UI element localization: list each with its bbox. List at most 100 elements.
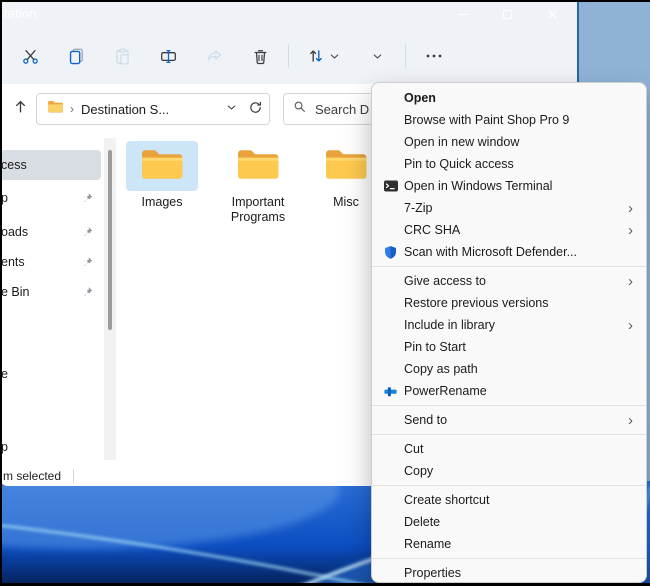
- powerrename-icon: [381, 383, 400, 399]
- sidebar-scrollbar[interactable]: [104, 138, 116, 460]
- maximize-button[interactable]: [485, 0, 530, 28]
- view-button[interactable]: [357, 38, 397, 74]
- address-bar[interactable]: › Destination S...: [36, 93, 270, 125]
- up-button[interactable]: [8, 96, 32, 120]
- selection-status: m selected: [3, 469, 61, 483]
- context-menu-item[interactable]: Browse with Paint Shop Pro 9 ›: [372, 109, 646, 131]
- titlebar: station ✕: [0, 0, 577, 28]
- more-options-button[interactable]: [414, 38, 454, 74]
- sidebar-item-label: e Bin: [1, 285, 30, 299]
- menu-separator: [372, 485, 646, 486]
- context-menu-item[interactable]: Open ›: [372, 87, 646, 109]
- context-menu-item[interactable]: Cut ›: [372, 438, 646, 460]
- address-dropdown-button[interactable]: [225, 101, 238, 117]
- screenshot-root: station ✕: [0, 0, 650, 586]
- terminal-icon: [381, 178, 400, 194]
- sidebar-item-label: ents: [1, 255, 25, 269]
- context-menu-item[interactable]: Scan with Microsoft Defender... ›: [372, 241, 646, 263]
- menu-item-label: Cut: [404, 442, 423, 456]
- menu-separator: [372, 266, 646, 267]
- sidebar-item[interactable]: ents: [0, 247, 101, 277]
- frame-border: [0, 0, 2, 586]
- context-menu-item[interactable]: Include in library ›: [372, 314, 646, 336]
- trash-icon: [252, 48, 269, 65]
- toolbar-button: [194, 38, 234, 74]
- sidebar-item[interactable]: p: [0, 183, 101, 213]
- scrollbar-thumb[interactable]: [108, 150, 112, 330]
- context-menu-item[interactable]: Create shortcut ›: [372, 489, 646, 511]
- context-menu-item[interactable]: Send to ›: [372, 409, 646, 431]
- menu-item-label: Open in Windows Terminal: [404, 179, 552, 193]
- toolbar-separator: [405, 44, 406, 68]
- sidebar-item-label: cess: [1, 158, 27, 172]
- sidebar-item-label: oads: [1, 225, 28, 239]
- toolbar-button[interactable]: [240, 38, 280, 74]
- close-icon: ✕: [547, 8, 558, 21]
- toolbar-button[interactable]: [10, 38, 50, 74]
- context-menu-item[interactable]: Restore previous versions ›: [372, 292, 646, 314]
- window-title: station: [0, 6, 37, 21]
- context-menu-item[interactable]: Give access to ›: [372, 270, 646, 292]
- up-arrow-icon: [12, 98, 29, 118]
- refresh-button[interactable]: [248, 100, 263, 118]
- folder-icon: [235, 146, 281, 187]
- toolbar-button[interactable]: [56, 38, 96, 74]
- pin-icon: [81, 226, 94, 239]
- folder-item[interactable]: Images: [126, 141, 198, 210]
- sidebar-item[interactable]: p: [0, 432, 101, 462]
- sidebar-item[interactable]: cess: [0, 150, 101, 180]
- context-menu-item[interactable]: Copy ›: [372, 460, 646, 482]
- context-menu-item[interactable]: CRC SHA ›: [372, 219, 646, 241]
- rename-icon: [160, 48, 177, 65]
- context-menu-item[interactable]: Properties ›: [372, 562, 646, 583]
- menu-item-label: Send to: [404, 413, 447, 427]
- folder-icon: [139, 146, 185, 187]
- refresh-icon: [248, 100, 263, 118]
- close-button[interactable]: ✕: [530, 0, 575, 28]
- status-separator: [73, 469, 74, 483]
- context-menu-item[interactable]: Open in Windows Terminal ›: [372, 175, 646, 197]
- menu-item-label: Give access to: [404, 274, 486, 288]
- menu-item-label: Create shortcut: [404, 493, 489, 507]
- submenu-chevron-icon: ›: [628, 223, 646, 238]
- sidebar-item[interactable]: e: [0, 359, 101, 389]
- pin-icon: [81, 256, 94, 269]
- folder-item[interactable]: Important Programs: [222, 141, 294, 225]
- maximize-icon: [503, 10, 512, 19]
- sidebar-item-label: e: [1, 367, 8, 381]
- menu-separator: [372, 405, 646, 406]
- frame-border: [0, 0, 650, 2]
- context-menu-item[interactable]: Open in new window ›: [372, 131, 646, 153]
- search-icon: [292, 99, 307, 119]
- sidebar-item[interactable]: e Bin: [0, 277, 101, 307]
- context-menu-item[interactable]: Copy as path ›: [372, 358, 646, 380]
- submenu-chevron-icon: ›: [628, 201, 646, 216]
- folder-iconbox: [222, 141, 294, 191]
- menu-item-label: Browse with Paint Shop Pro 9: [404, 113, 569, 127]
- folder-name: Important Programs: [222, 195, 294, 225]
- minimize-button[interactable]: [440, 0, 485, 28]
- sort-button[interactable]: [297, 38, 351, 74]
- sort-icon: [307, 47, 325, 65]
- context-menu-item[interactable]: 7-Zip ›: [372, 197, 646, 219]
- context-menu-item[interactable]: Pin to Start ›: [372, 336, 646, 358]
- sidebar-item[interactable]: oads: [0, 217, 101, 247]
- more-icon: [424, 48, 444, 64]
- menu-item-label: Scan with Microsoft Defender...: [404, 245, 577, 259]
- menu-item-label: Open: [404, 91, 436, 105]
- context-menu-item[interactable]: Rename ›: [372, 533, 646, 555]
- submenu-chevron-icon: ›: [628, 274, 646, 289]
- toolbar-button[interactable]: [148, 38, 188, 74]
- menu-item-label: Properties: [404, 566, 461, 580]
- toolbar-separator: [288, 44, 289, 68]
- context-menu-item[interactable]: Delete ›: [372, 511, 646, 533]
- menu-item-label: Delete: [404, 515, 440, 529]
- toolbar-buttons: [10, 38, 286, 74]
- menu-separator: [372, 434, 646, 435]
- command-bar: [0, 28, 577, 84]
- context-menu-item[interactable]: Pin to Quick access ›: [372, 153, 646, 175]
- share-icon: [206, 48, 223, 65]
- menu-separator: [372, 558, 646, 559]
- context-menu-item[interactable]: PowerRename ›: [372, 380, 646, 402]
- menu-item-label: Include in library: [404, 318, 495, 332]
